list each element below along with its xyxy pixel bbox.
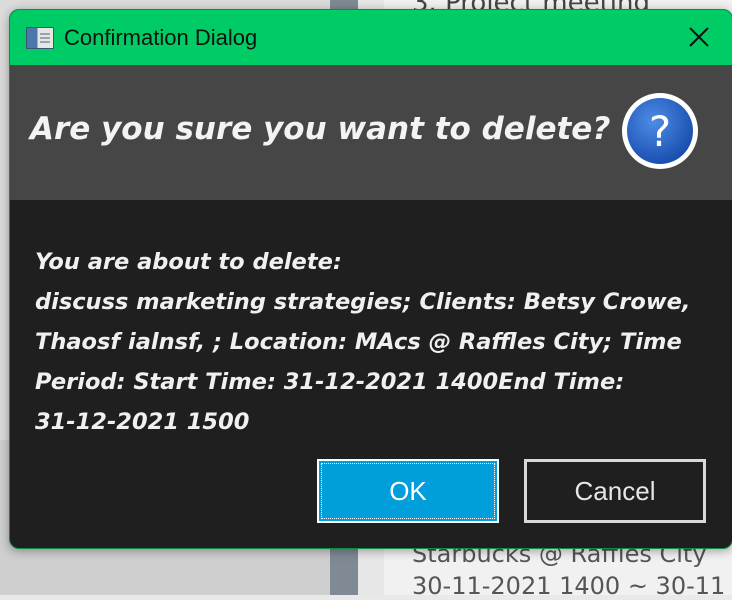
background-meeting-time: 30-11-2021 1400 ~ 30-11 (412, 572, 726, 600)
close-icon (689, 27, 709, 47)
message-line: discuss marketing strategies; Clients: B… (35, 289, 691, 315)
cancel-button[interactable]: Cancel (524, 459, 706, 523)
message-line: Period: Start Time: 31-12-2021 1400End T… (35, 369, 625, 395)
app-window-icon (26, 26, 54, 49)
dialog-titlebar[interactable]: Confirmation Dialog (10, 10, 732, 65)
svg-text:?: ? (649, 107, 671, 156)
dialog-message: You are about to delete: discuss marketi… (35, 242, 695, 442)
confirmation-dialog: Confirmation Dialog Are you sure you wan… (9, 9, 732, 549)
message-line: Thaosf ialnsf, ; Location: MAcs @ Raffle… (35, 329, 682, 355)
message-line: 31-12-2021 1500 (35, 409, 250, 435)
message-line: You are about to delete: (35, 249, 342, 275)
close-button[interactable] (682, 20, 716, 54)
ok-button[interactable]: OK (317, 459, 499, 523)
dialog-title: Confirmation Dialog (64, 24, 258, 50)
dialog-header-text: Are you sure you want to delete? (30, 111, 611, 147)
dialog-header: Are you sure you want to delete? ? (10, 65, 732, 200)
question-mark-icon: ? (622, 93, 698, 169)
